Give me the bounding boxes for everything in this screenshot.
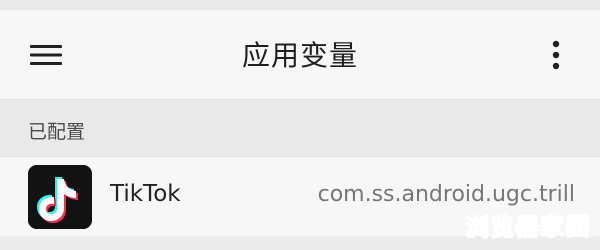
package-name: com.ss.android.ugc.trill [317, 182, 575, 207]
section-label: 已配置 [28, 121, 86, 143]
more-options-button[interactable] [540, 30, 572, 80]
top-app-bar: 应用变量 [0, 10, 600, 100]
page-title: 应用变量 [241, 39, 358, 72]
configured-section-header: 已配置 [0, 100, 600, 156]
watermark-text: 浏览器家园 [464, 212, 591, 242]
vertical-ellipsis-icon [552, 40, 560, 70]
app-name: TikTok [110, 181, 181, 207]
app-variables-screen: 应用变量 已配置 TikTok com.ss.android.ugc.trill… [0, 0, 600, 250]
status-bar-strip [0, 0, 600, 10]
tiktok-logo-icon [28, 165, 92, 229]
